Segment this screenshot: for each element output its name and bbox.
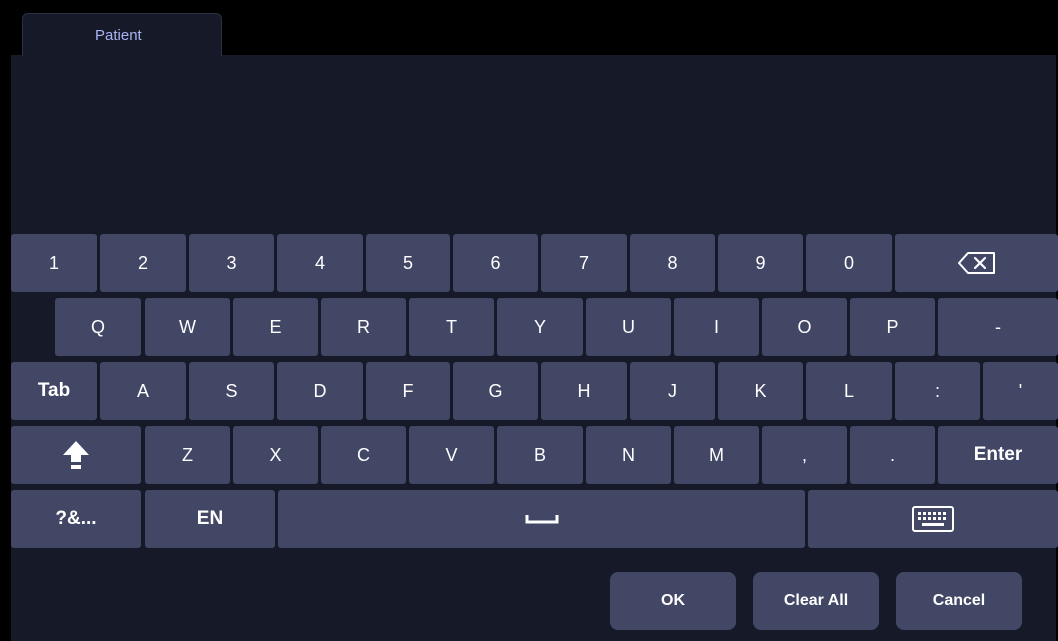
key-c[interactable]: C — [321, 426, 406, 484]
key-i[interactable]: I — [674, 298, 759, 356]
key-n[interactable]: N — [586, 426, 671, 484]
key-v[interactable]: V — [409, 426, 494, 484]
key-j[interactable]: J — [630, 362, 715, 420]
key-r[interactable]: R — [321, 298, 406, 356]
shift-arrow-icon — [62, 440, 90, 470]
key-hyphen[interactable]: - — [938, 298, 1058, 356]
key-apostrophe[interactable]: ' — [983, 362, 1058, 420]
key-d[interactable]: D — [277, 362, 363, 420]
key-t[interactable]: T — [409, 298, 494, 356]
cancel-button[interactable]: Cancel — [896, 572, 1022, 630]
spacebar-icon — [525, 513, 559, 525]
key-b[interactable]: B — [497, 426, 583, 484]
key-7[interactable]: 7 — [541, 234, 627, 292]
key-6[interactable]: 6 — [453, 234, 538, 292]
backspace-icon — [957, 251, 997, 275]
ok-button[interactable]: OK — [610, 572, 736, 630]
key-4[interactable]: 4 — [277, 234, 363, 292]
enter-key[interactable]: Enter — [938, 426, 1058, 484]
tab-patient[interactable]: Patient — [22, 13, 222, 56]
tab-key[interactable]: Tab — [11, 362, 97, 420]
key-w[interactable]: W — [145, 298, 230, 356]
key-3[interactable]: 3 — [189, 234, 274, 292]
key-9[interactable]: 9 — [718, 234, 803, 292]
key-y[interactable]: Y — [497, 298, 583, 356]
key-colon[interactable]: : — [895, 362, 980, 420]
key-g[interactable]: G — [453, 362, 538, 420]
key-f[interactable]: F — [366, 362, 450, 420]
symbols-key[interactable]: ?&... — [11, 490, 141, 548]
spacebar-key[interactable] — [278, 490, 805, 548]
key-o[interactable]: O — [762, 298, 847, 356]
backspace-key[interactable] — [895, 234, 1058, 292]
key-e[interactable]: E — [233, 298, 318, 356]
hide-keyboard-key[interactable] — [808, 490, 1058, 548]
tab-patient-label: Patient — [95, 27, 142, 44]
key-8[interactable]: 8 — [630, 234, 715, 292]
key-z[interactable]: Z — [145, 426, 230, 484]
key-0[interactable]: 0 — [806, 234, 892, 292]
key-5[interactable]: 5 — [366, 234, 450, 292]
key-k[interactable]: K — [718, 362, 803, 420]
key-m[interactable]: M — [674, 426, 759, 484]
key-h[interactable]: H — [541, 362, 627, 420]
key-l[interactable]: L — [806, 362, 892, 420]
language-key[interactable]: EN — [145, 490, 275, 548]
key-u[interactable]: U — [586, 298, 671, 356]
key-1[interactable]: 1 — [11, 234, 97, 292]
key-q[interactable]: Q — [55, 298, 141, 356]
key-a[interactable]: A — [100, 362, 186, 420]
key-x[interactable]: X — [233, 426, 318, 484]
key-period[interactable]: . — [850, 426, 935, 484]
key-comma[interactable]: , — [762, 426, 847, 484]
key-s[interactable]: S — [189, 362, 274, 420]
keyboard-icon — [912, 506, 954, 532]
shift-key[interactable] — [11, 426, 141, 484]
clear-all-button[interactable]: Clear All — [753, 572, 879, 630]
key-p[interactable]: P — [850, 298, 935, 356]
key-2[interactable]: 2 — [100, 234, 186, 292]
